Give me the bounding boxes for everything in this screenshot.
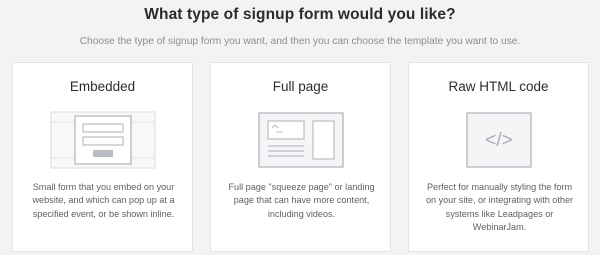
- card-title: Embedded: [69, 79, 136, 94]
- code-icon: </>: [409, 108, 588, 172]
- embedded-option-card[interactable]: Embedded Small form that you embed on yo…: [12, 62, 193, 252]
- embedded-form-icon: [13, 108, 192, 172]
- code-glyph: </>: [485, 130, 512, 151]
- full-page-form-icon: [211, 108, 390, 172]
- full-page-option-card[interactable]: Full page Full page "squeeze page" or la…: [210, 62, 391, 252]
- card-description: Small form that you embed on your websit…: [32, 182, 175, 219]
- card-description: Perfect for manually styling the form on…: [425, 182, 574, 233]
- page-title: What type of signup form would you like?: [144, 6, 456, 23]
- raw-html-option-card[interactable]: Raw HTML code </> Perfect for manually s…: [408, 62, 589, 252]
- card-description: Full page "squeeze page" or landing page…: [228, 182, 375, 219]
- card-title: Full page: [272, 79, 329, 94]
- card-title: Raw HTML code: [448, 79, 549, 94]
- page-subtitle: Choose the type of signup form you want,…: [79, 36, 521, 47]
